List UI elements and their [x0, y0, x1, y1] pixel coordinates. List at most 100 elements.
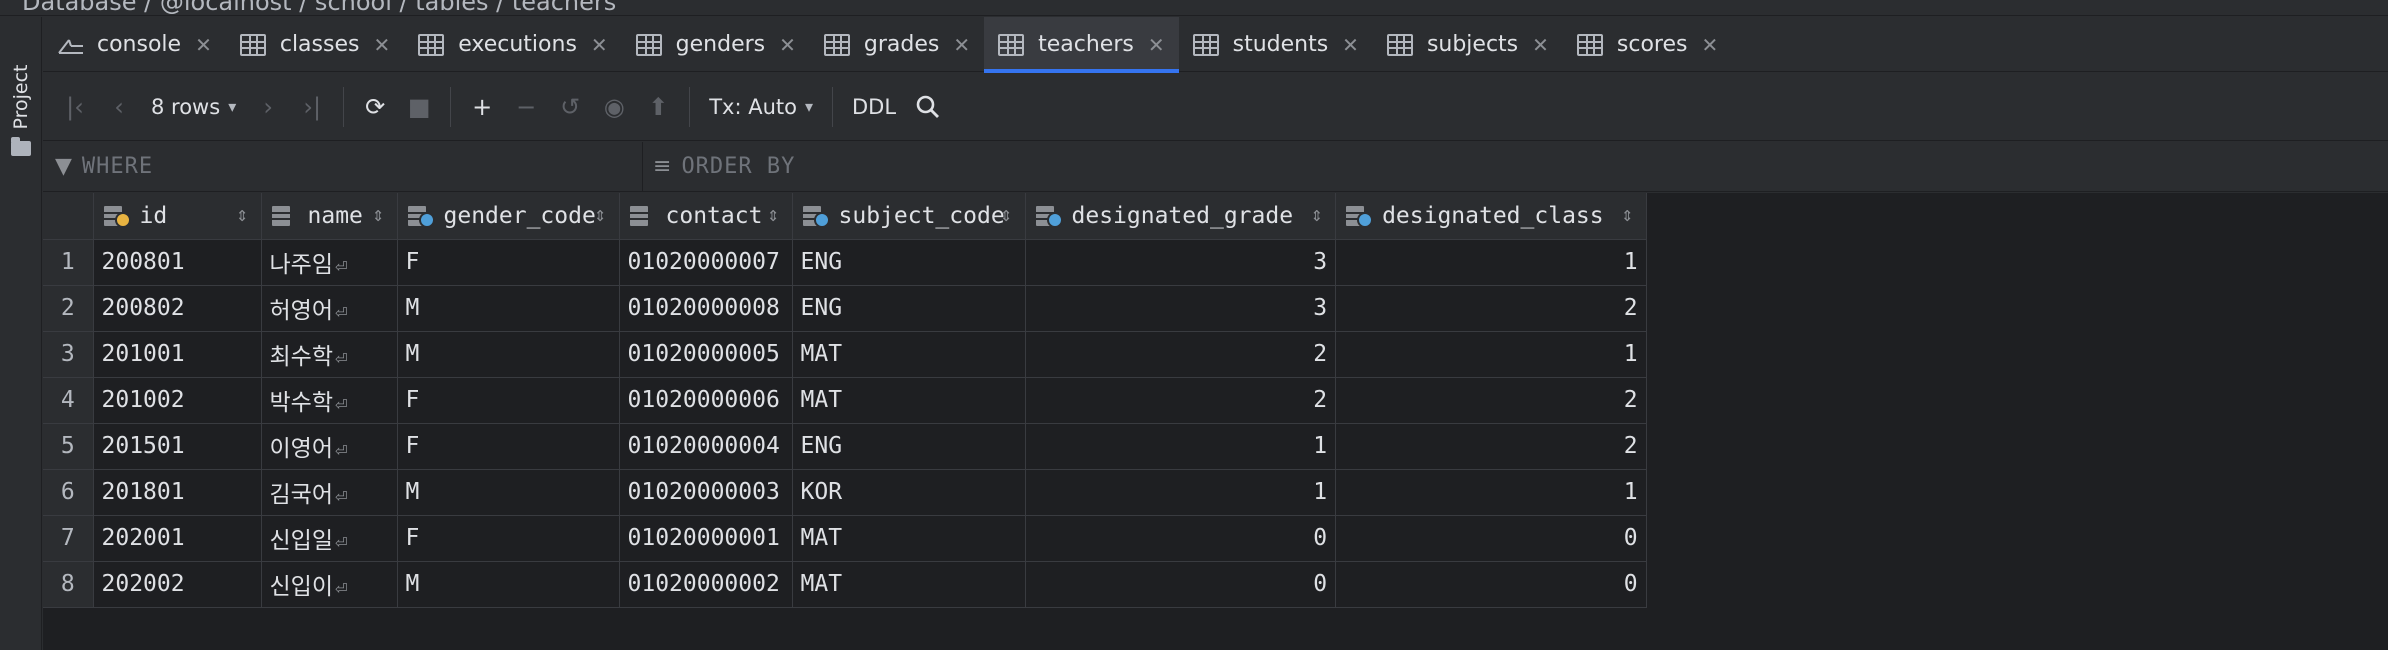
sort-toggle-icon[interactable]: ⇕	[236, 207, 249, 225]
tab-subjects[interactable]: subjects ✕	[1373, 17, 1563, 72]
next-page-icon[interactable]: ›	[246, 85, 290, 129]
refresh-icon[interactable]: ⟳	[353, 85, 397, 129]
column-header-id[interactable]: id ⇕	[93, 193, 262, 240]
row-number[interactable]: 4	[43, 377, 94, 424]
tab-scores[interactable]: scores ✕	[1563, 17, 1732, 72]
table-row[interactable]: 8 202002 신입이 ⏎ M 01020000002 MAT 0 0	[43, 561, 1647, 608]
cell-designated-class[interactable]: 1	[1335, 331, 1647, 378]
cell-name[interactable]: 최수학 ⏎	[261, 331, 398, 378]
cell-designated-grade[interactable]: 1	[1025, 469, 1337, 516]
close-icon[interactable]: ✕	[1148, 33, 1165, 57]
rows-count-selector[interactable]: 8 rows ▾	[141, 85, 246, 129]
table-row[interactable]: 2 200802 허영어 ⏎ M 01020000008 ENG 3 2	[43, 285, 1647, 332]
close-icon[interactable]: ✕	[1532, 33, 1549, 57]
ddl-button[interactable]: DDL	[842, 85, 906, 129]
cell-gender-code[interactable]: M	[397, 285, 620, 332]
cell-designated-class[interactable]: 1	[1335, 239, 1647, 286]
submit-icon[interactable]: ⬆	[636, 85, 680, 129]
cell-contact[interactable]: 01020000005	[619, 331, 793, 378]
cell-subject-code[interactable]: MAT	[792, 515, 1026, 562]
cell-name[interactable]: 신입이 ⏎	[261, 561, 398, 608]
tab-students[interactable]: students ✕	[1179, 17, 1373, 72]
sort-toggle-icon[interactable]: ⇕	[1310, 207, 1323, 225]
cell-gender-code[interactable]: M	[397, 561, 620, 608]
last-page-icon[interactable]: ›|	[290, 85, 334, 129]
previous-page-icon[interactable]: ‹	[97, 85, 141, 129]
cell-name[interactable]: 박수학 ⏎	[261, 377, 398, 424]
row-number[interactable]: 1	[43, 239, 94, 286]
cell-designated-class[interactable]: 2	[1335, 423, 1647, 470]
cell-subject-code[interactable]: MAT	[792, 331, 1026, 378]
column-header-name[interactable]: name ⇕	[261, 193, 398, 240]
column-header-designated-class[interactable]: designated_class ⇕	[1335, 193, 1647, 240]
cell-name[interactable]: 이영어 ⏎	[261, 423, 398, 470]
sort-toggle-icon[interactable]: ⇕	[767, 207, 780, 225]
cell-designated-class[interactable]: 0	[1335, 561, 1647, 608]
cell-designated-grade[interactable]: 1	[1025, 423, 1337, 470]
cell-id[interactable]: 200801	[93, 239, 262, 286]
cell-contact[interactable]: 01020000002	[619, 561, 793, 608]
cell-subject-code[interactable]: ENG	[792, 285, 1026, 332]
tab-classes[interactable]: classes ✕	[226, 17, 404, 72]
revert-icon[interactable]: ↺	[548, 85, 592, 129]
close-icon[interactable]: ✕	[953, 33, 970, 57]
tab-teachers[interactable]: teachers ✕	[984, 17, 1179, 73]
cell-name[interactable]: 신입일 ⏎	[261, 515, 398, 562]
cell-contact[interactable]: 01020000008	[619, 285, 793, 332]
cell-id[interactable]: 202001	[93, 515, 262, 562]
cell-name[interactable]: 나주임 ⏎	[261, 239, 398, 286]
cell-gender-code[interactable]: F	[397, 515, 620, 562]
add-row-icon[interactable]: +	[460, 85, 504, 129]
sort-toggle-icon[interactable]: ⇕	[594, 207, 607, 225]
close-icon[interactable]: ✕	[779, 33, 796, 57]
cell-designated-grade[interactable]: 2	[1025, 377, 1337, 424]
cell-designated-class[interactable]: 0	[1335, 515, 1647, 562]
cell-contact[interactable]: 01020000004	[619, 423, 793, 470]
tab-executions[interactable]: executions ✕	[404, 17, 621, 72]
cell-id[interactable]: 201002	[93, 377, 262, 424]
cell-designated-class[interactable]: 1	[1335, 469, 1647, 516]
table-row[interactable]: 7 202001 신입일 ⏎ F 01020000001 MAT 0 0	[43, 515, 1647, 562]
first-page-icon[interactable]: |‹	[53, 85, 97, 129]
stop-icon[interactable]: ■	[397, 85, 441, 129]
preview-changes-icon[interactable]: ◉	[592, 85, 636, 129]
tab-genders[interactable]: genders ✕	[622, 17, 810, 72]
cell-name[interactable]: 허영어 ⏎	[261, 285, 398, 332]
cell-designated-grade[interactable]: 0	[1025, 515, 1337, 562]
close-icon[interactable]: ✕	[195, 33, 212, 57]
table-row[interactable]: 4 201002 박수학 ⏎ F 01020000006 MAT 2 2	[43, 377, 1647, 424]
cell-designated-grade[interactable]: 3	[1025, 239, 1337, 286]
cell-gender-code[interactable]: F	[397, 423, 620, 470]
tab-grades[interactable]: grades ✕	[810, 17, 984, 72]
cell-id[interactable]: 200802	[93, 285, 262, 332]
row-number[interactable]: 8	[43, 561, 94, 608]
cell-subject-code[interactable]: ENG	[792, 423, 1026, 470]
cell-gender-code[interactable]: M	[397, 331, 620, 378]
tab-console[interactable]: console ✕	[43, 17, 226, 72]
cell-designated-class[interactable]: 2	[1335, 377, 1647, 424]
close-icon[interactable]: ✕	[373, 33, 390, 57]
cell-contact[interactable]: 01020000007	[619, 239, 793, 286]
cell-id[interactable]: 201001	[93, 331, 262, 378]
sort-toggle-icon[interactable]: ⇕	[1000, 207, 1013, 225]
cell-subject-code[interactable]: ENG	[792, 239, 1026, 286]
close-icon[interactable]: ✕	[591, 33, 608, 57]
cell-contact[interactable]: 01020000001	[619, 515, 793, 562]
row-number[interactable]: 6	[43, 469, 94, 516]
cell-designated-grade[interactable]: 0	[1025, 561, 1337, 608]
cell-gender-code[interactable]: M	[397, 469, 620, 516]
cell-id[interactable]: 201801	[93, 469, 262, 516]
cell-id[interactable]: 201501	[93, 423, 262, 470]
search-icon[interactable]	[906, 85, 950, 129]
cell-designated-grade[interactable]: 3	[1025, 285, 1337, 332]
cell-gender-code[interactable]: F	[397, 377, 620, 424]
table-row[interactable]: 1 200801 나주임 ⏎ F 01020000007 ENG 3 1	[43, 239, 1647, 286]
row-number[interactable]: 2	[43, 285, 94, 332]
table-row[interactable]: 6 201801 김국어 ⏎ M 01020000003 KOR 1 1	[43, 469, 1647, 516]
cell-subject-code[interactable]: KOR	[792, 469, 1026, 516]
where-filter-input[interactable]: ▼ WHERE	[43, 141, 643, 192]
sort-toggle-icon[interactable]: ⇕	[1621, 207, 1634, 225]
cell-subject-code[interactable]: MAT	[792, 561, 1026, 608]
row-number[interactable]: 7	[43, 515, 94, 562]
cell-contact[interactable]: 01020000006	[619, 377, 793, 424]
